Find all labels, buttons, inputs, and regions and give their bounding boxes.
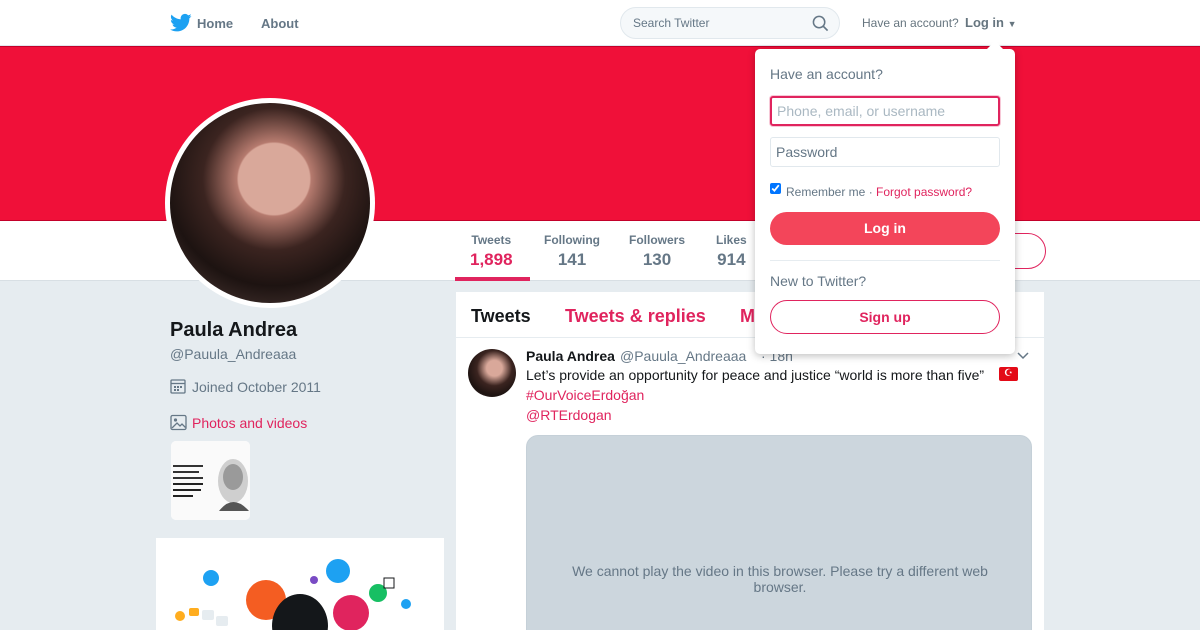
thumbnail-image — [171, 441, 250, 520]
tweet-author-name[interactable]: Paula Andrea — [526, 348, 615, 364]
tab-tweets-replies[interactable]: Tweets & replies — [565, 306, 706, 327]
stat-value: 141 — [557, 250, 587, 269]
stat-followers[interactable]: Followers 130 — [629, 233, 685, 270]
stat-value: 1,898 — [470, 250, 513, 269]
have-account-text: Have an account? — [862, 16, 959, 30]
search-input[interactable]: Search Twitter — [633, 16, 709, 30]
tab-tweets[interactable]: Tweets — [471, 306, 531, 327]
stat-tweets[interactable]: Tweets 1,898 — [470, 233, 513, 270]
top-navigation-bar: Home About Search Twitter Have an accoun… — [0, 0, 1200, 46]
stat-value: 130 — [642, 250, 672, 269]
video-error-message: We cannot play the video in this browser… — [572, 563, 988, 595]
login-dropdown: Have an account? Remember me · Forgot pa… — [755, 49, 1015, 354]
caret-down-icon: ▼ — [1007, 19, 1017, 29]
remember-me-checkbox[interactable] — [770, 183, 781, 194]
forgot-password-link[interactable]: Forgot password? — [876, 185, 972, 199]
tweet-author-handle[interactable]: @Pauula_Andreaaa — [620, 348, 746, 364]
avatar-photo — [170, 103, 370, 303]
profile-avatar[interactable] — [165, 98, 375, 308]
stat-following[interactable]: Following 141 — [544, 233, 600, 270]
search-icon[interactable] — [812, 15, 829, 32]
tweet-avatar[interactable] — [468, 349, 516, 397]
username-field[interactable] — [770, 96, 1000, 126]
password-field[interactable] — [770, 137, 1000, 167]
new-to-twitter-text: New to Twitter? — [770, 273, 867, 289]
media-thumbnail[interactable] — [170, 440, 251, 521]
joined-date: Joined October 2011 — [192, 379, 321, 395]
login-button[interactable]: Log in — [770, 212, 1000, 245]
nav-home-link[interactable]: Home — [197, 16, 233, 31]
nav-about-link[interactable]: About — [261, 16, 299, 31]
profile-name[interactable]: Paula Andrea — [170, 319, 297, 342]
chevron-down-icon[interactable] — [1016, 350, 1030, 362]
turkey-flag-emoji: ☪ — [999, 367, 1018, 381]
promo-illustration — [175, 559, 411, 630]
login-toggle-label: Log in — [965, 15, 1004, 30]
tweet-hashtag[interactable]: #OurVoiceErdoğan — [526, 387, 644, 403]
search-box[interactable]: Search Twitter — [620, 7, 840, 39]
active-stat-underline — [455, 277, 530, 281]
tweet-mention[interactable]: @RTErdogan — [526, 407, 612, 423]
stat-label: Likes — [716, 233, 747, 247]
remember-me-label: Remember me · — [786, 185, 873, 199]
profile-handle[interactable]: @Pauula_Andreaaa — [170, 346, 296, 362]
stat-label: Following — [544, 233, 600, 247]
promo-card[interactable] — [156, 538, 444, 630]
photos-videos-link[interactable]: Photos and videos — [192, 415, 307, 431]
stat-likes[interactable]: Likes 914 — [716, 233, 747, 270]
image-icon — [170, 414, 187, 431]
tweet-video-player[interactable]: We cannot play the video in this browser… — [526, 435, 1032, 630]
dropdown-divider — [770, 260, 1000, 261]
stat-label: Followers — [629, 233, 686, 247]
signup-button[interactable]: Sign up — [770, 300, 1000, 334]
tab-media[interactable]: M — [740, 306, 755, 327]
twitter-bird-icon[interactable] — [170, 13, 192, 33]
stat-value: 914 — [717, 250, 746, 269]
dropdown-caret — [986, 41, 1004, 50]
calendar-icon — [170, 379, 186, 394]
dropdown-title: Have an account? — [770, 66, 883, 82]
login-dropdown-toggle[interactable]: Log in ▼ — [965, 15, 1017, 30]
stat-label: Tweets — [471, 233, 512, 247]
tweet-text: Let’s provide an opportunity for peace a… — [526, 367, 985, 383]
